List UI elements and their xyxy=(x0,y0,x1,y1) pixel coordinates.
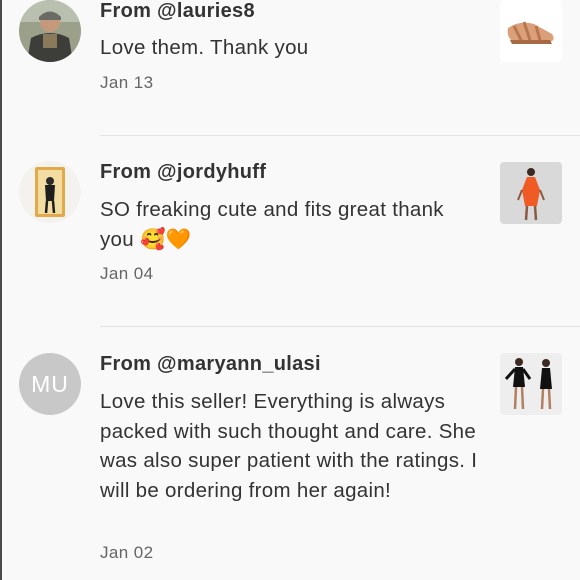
review-comment: Love this seller! Everything is always p… xyxy=(100,390,478,502)
product-thumbnail[interactable] xyxy=(500,0,562,62)
review-date: Jan 02 xyxy=(100,543,154,562)
review-comment: SO freaking cute and fits great thank yo… xyxy=(100,198,444,251)
avatar-initials: MU xyxy=(19,353,81,415)
left-border xyxy=(0,0,2,580)
product-thumbnail[interactable] xyxy=(500,162,562,224)
reviews-feed: From @lauries8 Love them. Thank you Jan … xyxy=(0,0,580,580)
review-from[interactable]: From @maryann_ulasi xyxy=(100,353,321,376)
review-from[interactable]: From @jordyhuff xyxy=(100,161,266,184)
review-date: Jan 04 xyxy=(100,264,154,283)
divider xyxy=(100,326,580,327)
user-avatar-initials[interactable]: MU xyxy=(19,353,81,415)
user-photo-icon xyxy=(19,0,81,62)
user-avatar[interactable] xyxy=(19,161,81,223)
review-comment: Love them. Thank you xyxy=(100,36,309,59)
orange-dress-product-icon xyxy=(500,162,562,224)
user-photo-icon xyxy=(19,161,81,223)
review-date: Jan 13 xyxy=(100,73,154,92)
sandal-product-icon xyxy=(500,0,562,62)
review-from[interactable]: From @lauries8 xyxy=(100,0,255,23)
user-avatar[interactable] xyxy=(19,0,81,62)
divider xyxy=(100,135,580,136)
black-outfit-product-icon xyxy=(500,353,562,415)
product-thumbnail[interactable] xyxy=(500,353,562,415)
